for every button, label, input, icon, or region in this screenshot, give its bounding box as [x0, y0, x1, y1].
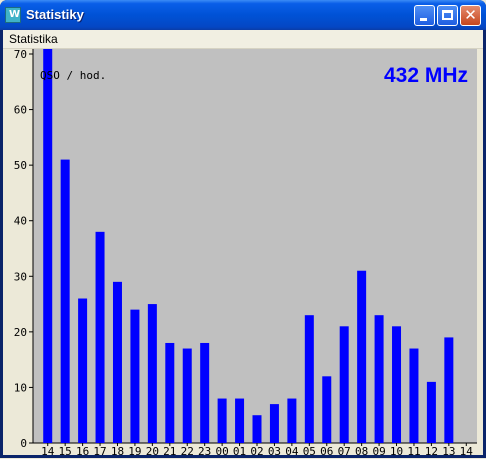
bar-09-19 — [374, 315, 384, 443]
title-bar[interactable]: W Statistiky ✕ — [0, 0, 486, 30]
close-icon: ✕ — [464, 6, 477, 24]
bar-20-6 — [147, 304, 157, 443]
y-tick-label: 40 — [14, 215, 27, 228]
x-tick-label: 05 — [303, 445, 316, 455]
bar-07-17 — [339, 326, 349, 443]
bar-01-11 — [235, 398, 245, 443]
x-tick-label: 08 — [355, 445, 368, 455]
y-axis-label: QSO / hod. — [40, 69, 106, 82]
x-tick-label: 03 — [268, 445, 281, 455]
x-tick-label: 06 — [320, 445, 333, 455]
x-tick-label: 14 — [460, 445, 474, 455]
x-tick-label: 15 — [59, 445, 72, 455]
window-title: Statistiky — [26, 7, 84, 22]
client-area: Statistika 0 10 20 30 40 50 60 70 14 15 16 17 18 19 20… — [3, 30, 483, 458]
y-tick-label: 70 — [14, 49, 27, 61]
bar-16-2 — [78, 298, 88, 443]
app-icon[interactable]: W — [5, 7, 21, 23]
x-tick-label: 16 — [76, 445, 89, 455]
y-tick-label: 60 — [14, 104, 27, 117]
x-tick-label: 13 — [442, 445, 455, 455]
x-tick-label: 22 — [181, 445, 194, 455]
close-button[interactable]: ✕ — [460, 5, 481, 26]
x-tick-label: 17 — [93, 445, 106, 455]
menu-bar: Statistika — [3, 30, 483, 49]
bar-19-5 — [130, 309, 140, 443]
y-tick-label: 20 — [14, 326, 27, 339]
x-tick-label: 00 — [215, 445, 228, 455]
bar-05-15 — [304, 315, 314, 443]
x-tick-label: 12 — [425, 445, 438, 455]
x-tick-label: 11 — [407, 445, 420, 455]
bar-17-3 — [95, 231, 105, 443]
bar-chart: 0 10 20 30 40 50 60 70 14 15 16 17 18 19 20 21 22 23 00 01 0… — [14, 48, 477, 458]
x-tick-label: 02 — [250, 445, 263, 455]
bar-03-13 — [269, 404, 279, 443]
minimize-button[interactable] — [414, 5, 435, 26]
x-tick-label: 10 — [390, 445, 403, 455]
app-window: W Statistiky ✕ Statistika 0 10 20 30 40 50 60 7… — [0, 0, 486, 458]
bar-23-9 — [200, 342, 210, 443]
x-tick-label: 07 — [338, 445, 351, 455]
x-tick-label: 14 — [41, 445, 55, 455]
bar-21-7 — [165, 342, 175, 443]
x-tick-label: 09 — [372, 445, 385, 455]
x-tick-label: 23 — [198, 445, 211, 455]
bar-11-21 — [409, 348, 419, 443]
y-tick-label: 10 — [14, 381, 27, 394]
bar-14-0 — [43, 49, 53, 443]
chart-area: 0 10 20 30 40 50 60 70 14 15 16 17 18 19 20 21 22 23 00 01 0… — [3, 48, 483, 458]
bar-08-18 — [357, 270, 367, 443]
bar-02-12 — [252, 415, 262, 443]
maximize-icon — [442, 10, 453, 20]
bar-04-14 — [287, 398, 297, 443]
x-tick-label: 19 — [128, 445, 141, 455]
bar-10-20 — [392, 326, 402, 443]
x-tick-label: 21 — [163, 445, 176, 455]
bar-06-16 — [322, 376, 332, 443]
bar-00-10 — [217, 398, 227, 443]
x-tick-label: 01 — [233, 445, 246, 455]
x-tick-label: 20 — [146, 445, 159, 455]
bar-12-22 — [426, 381, 436, 443]
bar-18-4 — [112, 281, 122, 443]
x-tick-label: 04 — [285, 445, 299, 455]
menu-statistika[interactable]: Statistika — [9, 32, 58, 46]
minimize-icon — [420, 18, 427, 21]
x-tick-label: 18 — [111, 445, 124, 455]
y-tick-label: 30 — [14, 270, 27, 283]
bar-15-1 — [60, 159, 70, 443]
bar-13-23 — [444, 337, 454, 443]
y-tick-label: 50 — [14, 159, 27, 172]
chart-title: 432 MHz — [384, 64, 468, 87]
y-tick-label: 0 — [20, 437, 27, 450]
maximize-button[interactable] — [437, 5, 458, 26]
bar-22-8 — [182, 348, 192, 443]
